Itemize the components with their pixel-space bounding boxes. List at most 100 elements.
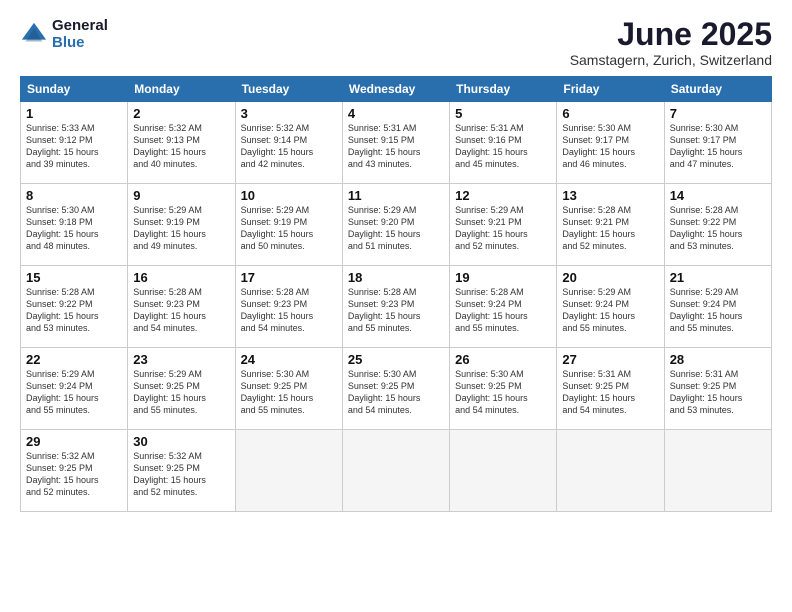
- day-info: Sunrise: 5:29 AM Sunset: 9:24 PM Dayligh…: [670, 286, 766, 335]
- day-info: Sunrise: 5:29 AM Sunset: 9:20 PM Dayligh…: [348, 204, 444, 253]
- calendar-cell: [342, 430, 449, 512]
- day-info: Sunrise: 5:32 AM Sunset: 9:13 PM Dayligh…: [133, 122, 229, 171]
- calendar-cell: 15Sunrise: 5:28 AM Sunset: 9:22 PM Dayli…: [21, 266, 128, 348]
- calendar-cell: 6Sunrise: 5:30 AM Sunset: 9:17 PM Daylig…: [557, 102, 664, 184]
- day-number: 25: [348, 352, 444, 367]
- day-number: 4: [348, 106, 444, 121]
- day-info: Sunrise: 5:29 AM Sunset: 9:24 PM Dayligh…: [26, 368, 122, 417]
- calendar-row: 29Sunrise: 5:32 AM Sunset: 9:25 PM Dayli…: [21, 430, 772, 512]
- calendar-cell: 7Sunrise: 5:30 AM Sunset: 9:17 PM Daylig…: [664, 102, 771, 184]
- calendar-cell: 28Sunrise: 5:31 AM Sunset: 9:25 PM Dayli…: [664, 348, 771, 430]
- calendar-cell: 27Sunrise: 5:31 AM Sunset: 9:25 PM Dayli…: [557, 348, 664, 430]
- header-saturday: Saturday: [664, 77, 771, 102]
- day-info: Sunrise: 5:29 AM Sunset: 9:21 PM Dayligh…: [455, 204, 551, 253]
- calendar-cell: 30Sunrise: 5:32 AM Sunset: 9:25 PM Dayli…: [128, 430, 235, 512]
- logo-general: General: [52, 18, 108, 35]
- day-number: 1: [26, 106, 122, 121]
- day-info: Sunrise: 5:32 AM Sunset: 9:14 PM Dayligh…: [241, 122, 337, 171]
- calendar-cell: 19Sunrise: 5:28 AM Sunset: 9:24 PM Dayli…: [450, 266, 557, 348]
- calendar-cell: [664, 430, 771, 512]
- day-number: 27: [562, 352, 658, 367]
- day-info: Sunrise: 5:30 AM Sunset: 9:25 PM Dayligh…: [348, 368, 444, 417]
- day-number: 20: [562, 270, 658, 285]
- day-number: 19: [455, 270, 551, 285]
- calendar-cell: 17Sunrise: 5:28 AM Sunset: 9:23 PM Dayli…: [235, 266, 342, 348]
- day-info: Sunrise: 5:30 AM Sunset: 9:25 PM Dayligh…: [241, 368, 337, 417]
- day-number: 30: [133, 434, 229, 449]
- day-info: Sunrise: 5:30 AM Sunset: 9:17 PM Dayligh…: [562, 122, 658, 171]
- day-info: Sunrise: 5:30 AM Sunset: 9:17 PM Dayligh…: [670, 122, 766, 171]
- day-info: Sunrise: 5:32 AM Sunset: 9:25 PM Dayligh…: [26, 450, 122, 499]
- logo-icon: [20, 21, 48, 49]
- calendar-cell: 1Sunrise: 5:33 AM Sunset: 9:12 PM Daylig…: [21, 102, 128, 184]
- day-info: Sunrise: 5:28 AM Sunset: 9:22 PM Dayligh…: [670, 204, 766, 253]
- day-number: 16: [133, 270, 229, 285]
- calendar-cell: 29Sunrise: 5:32 AM Sunset: 9:25 PM Dayli…: [21, 430, 128, 512]
- day-number: 7: [670, 106, 766, 121]
- calendar-cell: 9Sunrise: 5:29 AM Sunset: 9:19 PM Daylig…: [128, 184, 235, 266]
- calendar-row: 22Sunrise: 5:29 AM Sunset: 9:24 PM Dayli…: [21, 348, 772, 430]
- day-info: Sunrise: 5:32 AM Sunset: 9:25 PM Dayligh…: [133, 450, 229, 499]
- day-number: 6: [562, 106, 658, 121]
- logo: General Blue: [20, 18, 108, 51]
- day-number: 5: [455, 106, 551, 121]
- weekday-header-row: Sunday Monday Tuesday Wednesday Thursday…: [21, 77, 772, 102]
- day-number: 9: [133, 188, 229, 203]
- calendar-cell: 11Sunrise: 5:29 AM Sunset: 9:20 PM Dayli…: [342, 184, 449, 266]
- day-info: Sunrise: 5:31 AM Sunset: 9:16 PM Dayligh…: [455, 122, 551, 171]
- header-friday: Friday: [557, 77, 664, 102]
- day-number: 12: [455, 188, 551, 203]
- calendar-row: 8Sunrise: 5:30 AM Sunset: 9:18 PM Daylig…: [21, 184, 772, 266]
- day-number: 10: [241, 188, 337, 203]
- day-number: 24: [241, 352, 337, 367]
- day-info: Sunrise: 5:29 AM Sunset: 9:25 PM Dayligh…: [133, 368, 229, 417]
- day-number: 21: [670, 270, 766, 285]
- header-wednesday: Wednesday: [342, 77, 449, 102]
- logo-text: General Blue: [52, 18, 108, 51]
- calendar: Sunday Monday Tuesday Wednesday Thursday…: [20, 76, 772, 512]
- header-monday: Monday: [128, 77, 235, 102]
- day-number: 29: [26, 434, 122, 449]
- day-number: 8: [26, 188, 122, 203]
- day-number: 26: [455, 352, 551, 367]
- day-info: Sunrise: 5:28 AM Sunset: 9:23 PM Dayligh…: [348, 286, 444, 335]
- header: General Blue June 2025 Samstagern, Zuric…: [20, 18, 772, 68]
- day-info: Sunrise: 5:30 AM Sunset: 9:18 PM Dayligh…: [26, 204, 122, 253]
- calendar-cell: 13Sunrise: 5:28 AM Sunset: 9:21 PM Dayli…: [557, 184, 664, 266]
- day-info: Sunrise: 5:28 AM Sunset: 9:23 PM Dayligh…: [133, 286, 229, 335]
- calendar-cell: 12Sunrise: 5:29 AM Sunset: 9:21 PM Dayli…: [450, 184, 557, 266]
- day-info: Sunrise: 5:29 AM Sunset: 9:19 PM Dayligh…: [133, 204, 229, 253]
- calendar-cell: 16Sunrise: 5:28 AM Sunset: 9:23 PM Dayli…: [128, 266, 235, 348]
- calendar-row: 15Sunrise: 5:28 AM Sunset: 9:22 PM Dayli…: [21, 266, 772, 348]
- calendar-cell: 26Sunrise: 5:30 AM Sunset: 9:25 PM Dayli…: [450, 348, 557, 430]
- day-number: 11: [348, 188, 444, 203]
- day-info: Sunrise: 5:30 AM Sunset: 9:25 PM Dayligh…: [455, 368, 551, 417]
- calendar-cell: 20Sunrise: 5:29 AM Sunset: 9:24 PM Dayli…: [557, 266, 664, 348]
- calendar-cell: 2Sunrise: 5:32 AM Sunset: 9:13 PM Daylig…: [128, 102, 235, 184]
- calendar-cell: 10Sunrise: 5:29 AM Sunset: 9:19 PM Dayli…: [235, 184, 342, 266]
- day-number: 2: [133, 106, 229, 121]
- calendar-row: 1Sunrise: 5:33 AM Sunset: 9:12 PM Daylig…: [21, 102, 772, 184]
- day-info: Sunrise: 5:29 AM Sunset: 9:19 PM Dayligh…: [241, 204, 337, 253]
- day-number: 15: [26, 270, 122, 285]
- calendar-cell: 25Sunrise: 5:30 AM Sunset: 9:25 PM Dayli…: [342, 348, 449, 430]
- page: General Blue June 2025 Samstagern, Zuric…: [0, 0, 792, 612]
- month-title: June 2025: [570, 18, 772, 50]
- calendar-cell: 8Sunrise: 5:30 AM Sunset: 9:18 PM Daylig…: [21, 184, 128, 266]
- day-number: 18: [348, 270, 444, 285]
- calendar-cell: 23Sunrise: 5:29 AM Sunset: 9:25 PM Dayli…: [128, 348, 235, 430]
- header-sunday: Sunday: [21, 77, 128, 102]
- logo-blue: Blue: [52, 35, 108, 52]
- title-block: June 2025 Samstagern, Zurich, Switzerlan…: [570, 18, 772, 68]
- calendar-cell: [450, 430, 557, 512]
- day-number: 3: [241, 106, 337, 121]
- day-info: Sunrise: 5:28 AM Sunset: 9:24 PM Dayligh…: [455, 286, 551, 335]
- day-number: 13: [562, 188, 658, 203]
- day-info: Sunrise: 5:28 AM Sunset: 9:22 PM Dayligh…: [26, 286, 122, 335]
- day-info: Sunrise: 5:28 AM Sunset: 9:21 PM Dayligh…: [562, 204, 658, 253]
- day-number: 23: [133, 352, 229, 367]
- day-info: Sunrise: 5:28 AM Sunset: 9:23 PM Dayligh…: [241, 286, 337, 335]
- calendar-cell: 24Sunrise: 5:30 AM Sunset: 9:25 PM Dayli…: [235, 348, 342, 430]
- calendar-cell: 18Sunrise: 5:28 AM Sunset: 9:23 PM Dayli…: [342, 266, 449, 348]
- day-info: Sunrise: 5:31 AM Sunset: 9:25 PM Dayligh…: [670, 368, 766, 417]
